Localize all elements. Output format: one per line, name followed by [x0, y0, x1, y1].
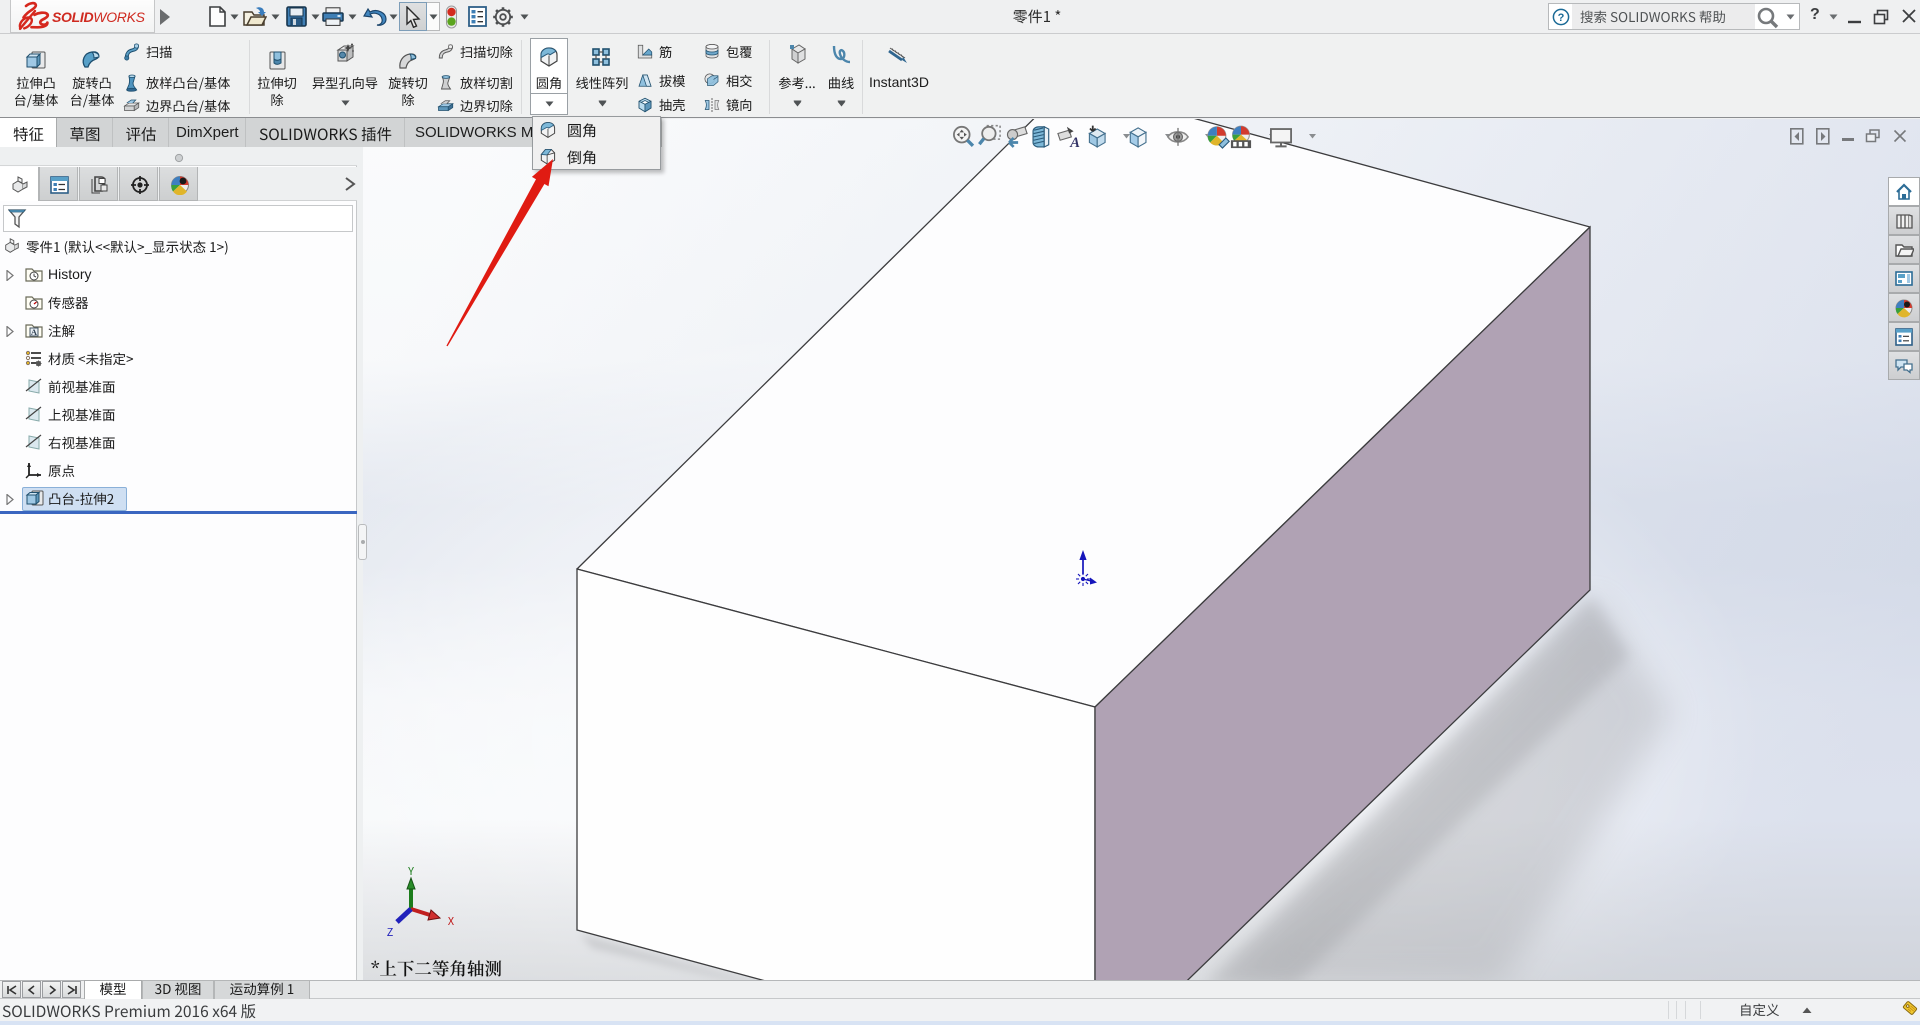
svg-text:?: ?	[1558, 12, 1565, 24]
svg-text:A: A	[1069, 135, 1080, 151]
svg-text:A: A	[31, 327, 38, 337]
